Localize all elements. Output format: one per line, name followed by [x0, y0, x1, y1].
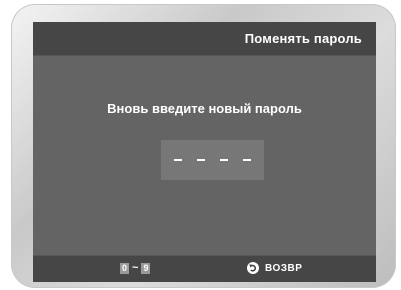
password-digit-4	[243, 159, 251, 161]
key-9: 9	[141, 263, 151, 274]
number-keys-hint: 0 ~ 9	[120, 262, 151, 274]
password-digit-1	[174, 159, 182, 161]
return-button[interactable]: ВОЗВР	[247, 262, 302, 274]
password-digit-2	[197, 159, 205, 161]
return-label: ВОЗВР	[265, 262, 303, 274]
osd-screen: Поменять пароль Вновь введите новый паро…	[33, 22, 376, 282]
reenter-password-prompt: Вновь введите новый пароль	[107, 101, 302, 116]
key-0: 0	[120, 263, 130, 274]
footer-bar: 0 ~ 9 ВОЗВР	[33, 255, 376, 282]
key-range-separator: ~	[132, 262, 139, 274]
page-title: Поменять пароль	[244, 31, 362, 46]
password-input[interactable]	[161, 140, 264, 180]
return-arrow-icon	[247, 262, 259, 274]
header-bar: Поменять пароль	[33, 22, 376, 56]
password-digit-3	[220, 159, 228, 161]
